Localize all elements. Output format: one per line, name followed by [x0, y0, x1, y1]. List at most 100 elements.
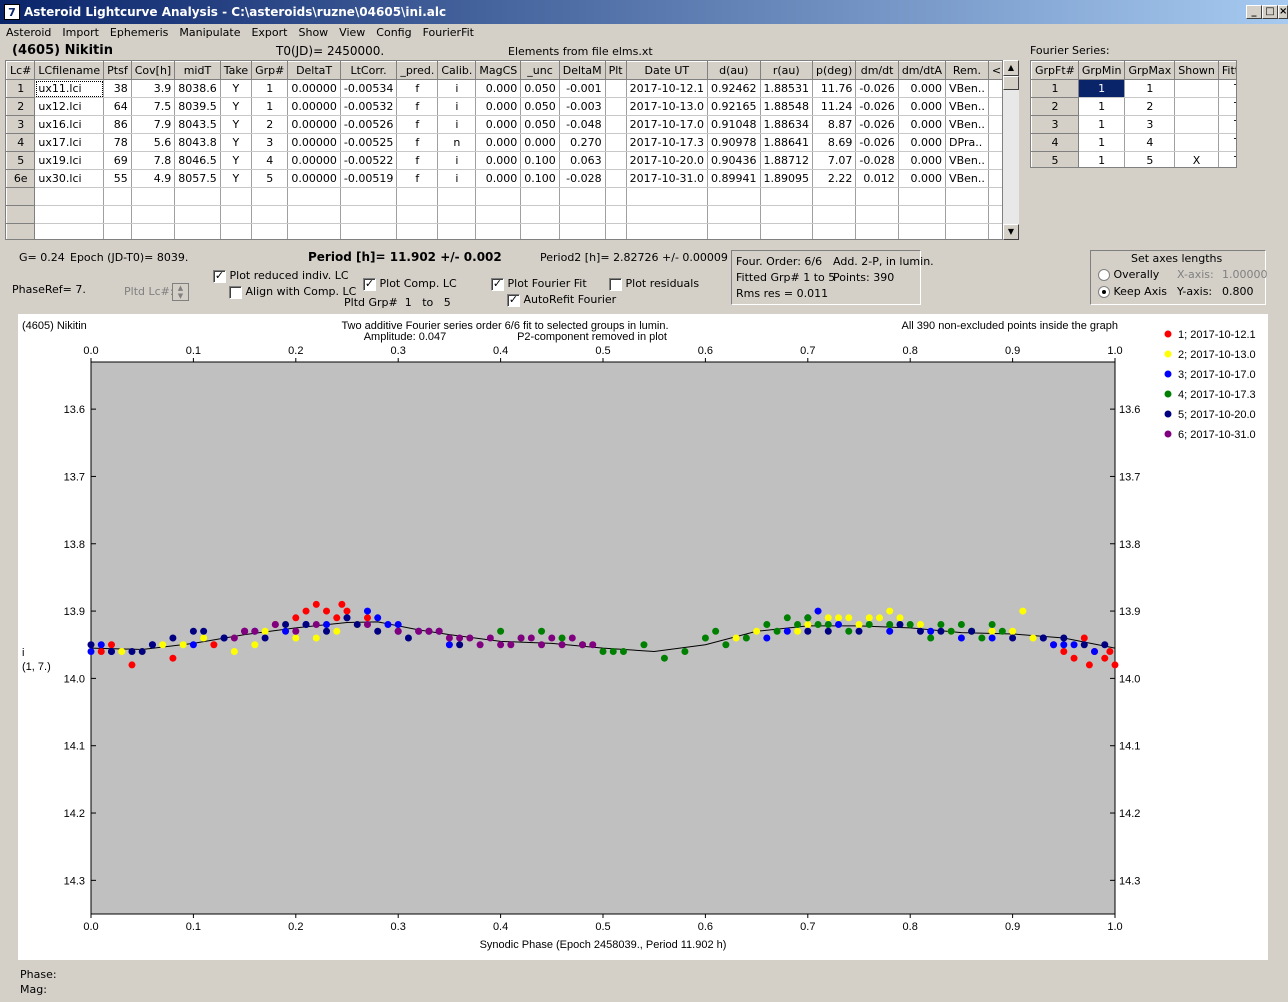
table-cell[interactable]: 2.22 [812, 169, 857, 188]
table-cell[interactable]: 8043.8 [174, 133, 221, 152]
table-cell[interactable]: 0.100 [520, 151, 560, 170]
table-cell[interactable] [760, 223, 814, 239]
table-cell[interactable]: 1.89095 [760, 169, 814, 188]
menu-asteroid[interactable]: Asteroid [0, 24, 56, 42]
row-header[interactable] [6, 205, 36, 224]
table-cell[interactable] [945, 205, 989, 224]
minimize-button[interactable]: _ [1246, 5, 1262, 19]
table-cell[interactable] [340, 205, 398, 224]
table-cell[interactable] [605, 205, 627, 224]
plot-residuals-checkbox[interactable] [609, 277, 622, 291]
table-cell[interactable]: -0.026 [855, 133, 899, 152]
keep-axis-option[interactable]: Keep Axis [1098, 285, 1167, 298]
table-cell[interactable]: 1.88641 [760, 133, 814, 152]
column-header[interactable]: Cov[h] [130, 61, 176, 80]
table-cell[interactable] [812, 205, 857, 224]
table-cell[interactable] [34, 223, 105, 239]
table-cell[interactable]: 8039.5 [174, 97, 221, 116]
column-header[interactable]: r(au) [759, 61, 814, 80]
table-cell[interactable]: 0.000 [988, 79, 1002, 98]
fourier-column-header[interactable]: GrpMax [1124, 61, 1176, 80]
table-cell[interactable]: 2017-10-13.0 [626, 97, 709, 116]
plot-comp-option[interactable]: ✓ Plot Comp. LC [363, 277, 457, 291]
table-cell[interactable]: 8.69 [812, 133, 857, 152]
table-cell[interactable]: 0.012 [855, 169, 899, 188]
table-cell[interactable] [707, 205, 761, 224]
table-cell[interactable]: -0.00532 [340, 97, 398, 116]
table-cell[interactable]: 11.76 [812, 79, 857, 98]
table-cell[interactable]: -0.00534 [340, 79, 398, 98]
table-cell[interactable]: 0.270 [559, 133, 606, 152]
table-cell[interactable]: -0.00526 [340, 115, 398, 134]
column-header[interactable]: dm/dtA [897, 61, 947, 80]
fourier-cell[interactable]: 1 [1078, 97, 1126, 116]
table-cell[interactable]: 4.9 [131, 169, 176, 188]
plot-fourier-option[interactable]: ✓ Plot Fourier Fit [491, 277, 587, 291]
table-cell[interactable]: 1.88548 [760, 97, 814, 116]
column-header[interactable]: _unc [520, 61, 560, 80]
close-button[interactable]: × [1278, 5, 1288, 19]
fourier-row[interactable]: 313 T [1031, 115, 1236, 134]
fourier-cell[interactable] [1174, 79, 1219, 98]
table-cell[interactable]: 8046.5 [174, 151, 221, 170]
table-cell[interactable] [287, 205, 341, 224]
table-cell[interactable]: 55 [103, 169, 132, 188]
column-header[interactable]: Grp# [251, 61, 289, 80]
table-row[interactable] [6, 187, 1002, 206]
table-cell[interactable] [396, 187, 439, 206]
scroll-thumb[interactable] [1003, 76, 1019, 90]
table-cell[interactable] [287, 187, 341, 206]
table-cell[interactable]: -0.026 [855, 97, 899, 116]
table-cell[interactable] [988, 205, 1002, 224]
table-cell[interactable]: f [396, 133, 439, 152]
table-cell[interactable]: 0.000 [898, 169, 947, 188]
fourier-row-header[interactable]: 3 [1031, 115, 1079, 134]
align-comp-checkbox[interactable] [229, 285, 242, 299]
table-cell[interactable]: ux11.lci [34, 79, 105, 98]
table-cell[interactable] [251, 187, 289, 206]
fourier-row-header[interactable]: 5 [1031, 151, 1079, 167]
column-header[interactable]: midT [174, 61, 221, 80]
pltd-lc-spinner[interactable]: ▲ ▼ [172, 283, 189, 301]
table-cell[interactable]: 0.063 [559, 151, 606, 170]
table-cell[interactable] [251, 205, 289, 224]
table-cell[interactable] [898, 187, 947, 206]
fourier-cell[interactable] [1174, 133, 1219, 152]
column-header[interactable]: MagCS [475, 61, 522, 80]
table-cell[interactable]: 0.90978 [707, 133, 761, 152]
table-cell[interactable] [396, 205, 439, 224]
table-cell[interactable] [251, 223, 289, 239]
scroll-up-icon[interactable]: ▲ [1003, 60, 1019, 76]
table-row[interactable]: 2 ux12.lci 64 7.5 8039.5 Y 1 0.00000 -0.00532 f i 0… [6, 97, 1002, 116]
table-cell[interactable] [437, 187, 477, 206]
y-axis-value[interactable]: 0.800 [1222, 285, 1254, 298]
table-cell[interactable]: 1.88712 [760, 151, 814, 170]
table-row[interactable] [6, 205, 1002, 224]
column-header[interactable]: Ptsf [103, 61, 132, 80]
overally-option[interactable]: Overally [1098, 268, 1159, 281]
table-cell[interactable] [396, 223, 439, 239]
menu-manipulate[interactable]: Manipulate [173, 24, 245, 42]
table-cell[interactable]: DPra.. [945, 133, 989, 152]
table-cell[interactable] [605, 187, 627, 206]
row-header[interactable] [6, 187, 36, 206]
table-cell[interactable] [760, 187, 814, 206]
table-cell[interactable]: n [437, 133, 477, 152]
table-cell[interactable] [626, 223, 709, 239]
row-header[interactable]: 4 [6, 133, 36, 152]
align-comp-option[interactable]: Align with Comp. LC [229, 285, 356, 299]
table-cell[interactable]: Y [220, 79, 253, 98]
autorefit-option[interactable]: ✓ AutoRefit Fourier [507, 293, 616, 307]
fourier-cell[interactable] [1174, 97, 1219, 116]
table-cell[interactable]: 2017-10-17.0 [626, 115, 709, 134]
table-cell[interactable]: i [437, 97, 477, 116]
fourier-cell[interactable]: 4 [1124, 133, 1176, 152]
column-header[interactable]: DeltaT [287, 61, 341, 80]
row-header[interactable] [6, 223, 36, 239]
table-cell[interactable] [605, 151, 627, 170]
table-cell[interactable]: 11.24 [812, 97, 857, 116]
table-cell[interactable]: -0.00525 [340, 133, 398, 152]
table-cell[interactable] [103, 223, 132, 239]
table-cell[interactable] [605, 97, 627, 116]
table-cell[interactable]: 8038.6 [174, 79, 221, 98]
